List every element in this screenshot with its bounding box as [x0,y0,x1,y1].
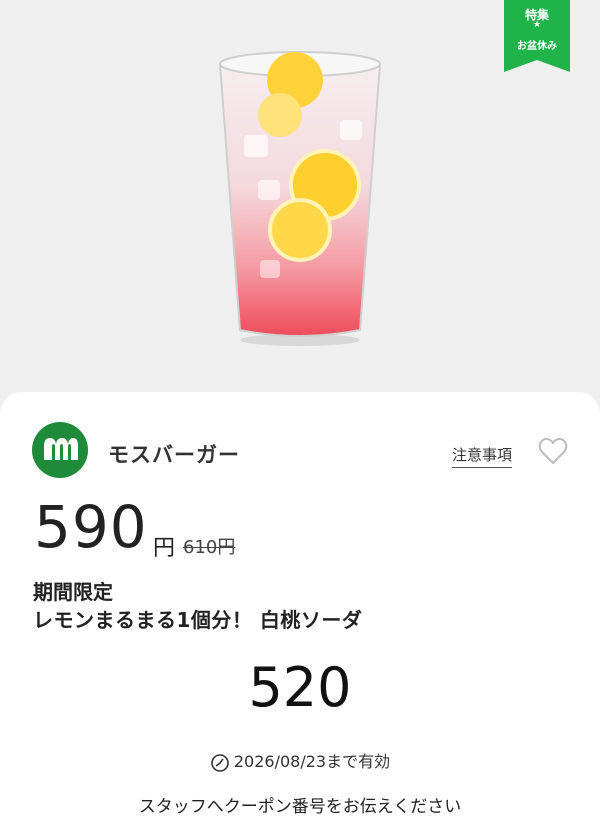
notice-link[interactable]: 注意事項 [452,444,513,468]
product-name: レモンまるまる1個分！ 白桃ソーダ [33,608,363,632]
coupon-number: 520 [248,656,352,719]
product-tag: 期間限定 [33,580,113,604]
validity-text: 2026/08/23まで有効 [233,752,391,771]
current-price: 590 [34,493,148,561]
lemon-soda-image [218,51,382,346]
clock-icon [211,753,229,772]
instruction-text: スタッフへクーポン番号をお伝えください [138,797,462,817]
star-icon: ★ [532,20,542,30]
heart-icon[interactable] [538,437,568,465]
mos-logo-icon [32,422,88,478]
coupon-card: モスバーガー 注意事項 590 円 610円 期間限定 レモンまるまる1個分！ … [0,392,600,830]
price-unit: 円 [153,536,176,561]
shop-name: モスバーガー [108,443,240,467]
validity: 2026/08/23まで有効 [0,748,600,773]
special-feature-badge[interactable]: 特集 ★ お盆休み [504,0,570,72]
original-price: 610円 [183,537,236,558]
badge-subtitle: お盆休み [517,41,557,52]
